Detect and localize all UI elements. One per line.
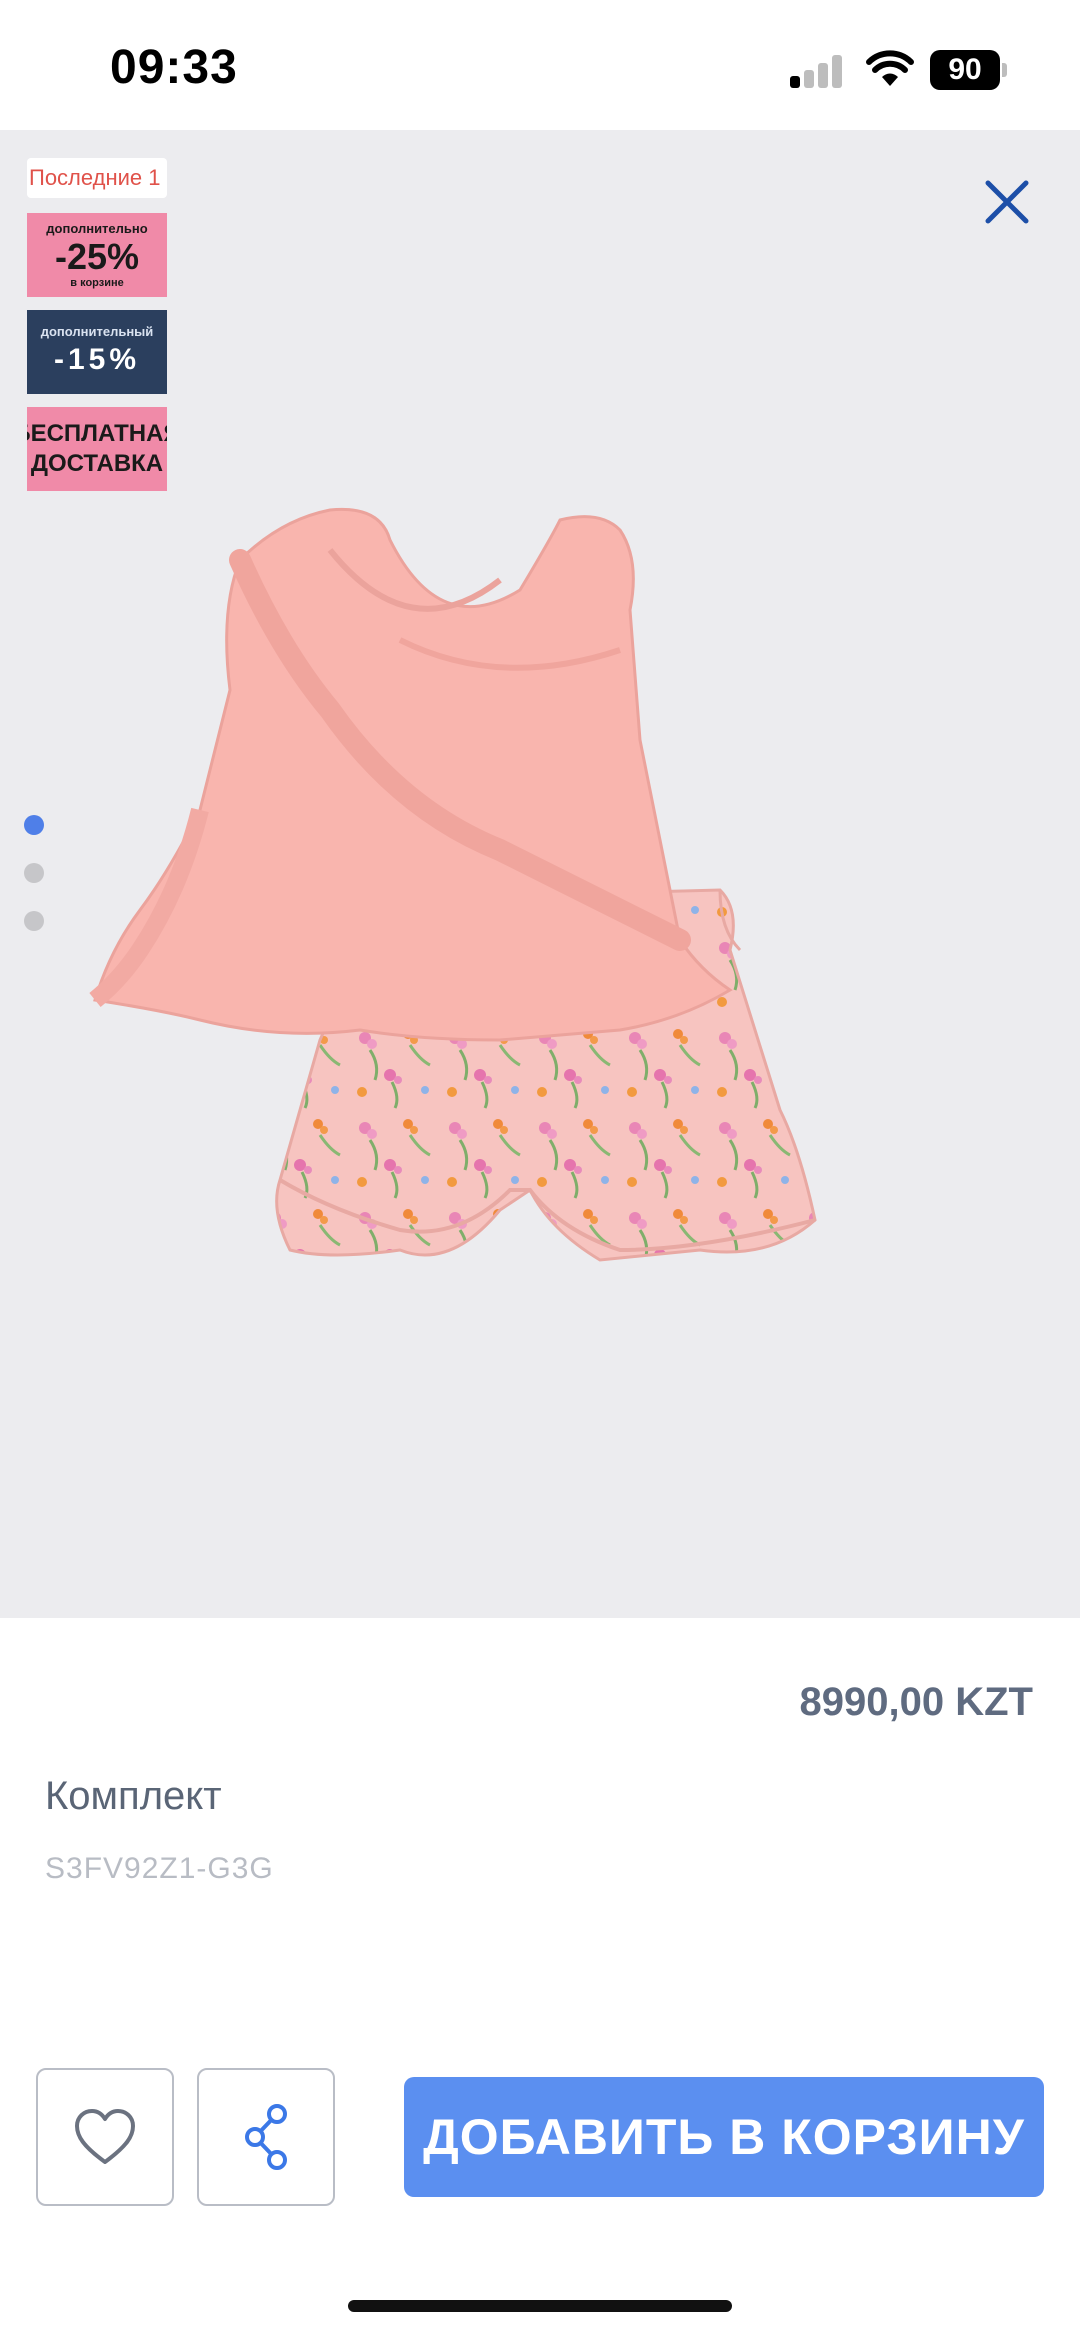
gallery-dot-2[interactable] xyxy=(24,863,44,883)
promo-extra-25-top: дополнительно xyxy=(46,221,148,236)
promo-extra-15-top: дополнительный xyxy=(40,324,154,339)
promo-recent-badge: Последние 1 xyxy=(27,158,167,198)
promo-extra-15-value: -15% xyxy=(53,343,141,376)
gallery-dot-3[interactable] xyxy=(24,911,44,931)
promo-extra-25-side: в корзине xyxy=(70,277,124,289)
promo-extra-15-badge: дополнительный -15% xyxy=(27,310,167,394)
product-image xyxy=(89,507,817,1262)
home-indicator[interactable] xyxy=(348,2300,732,2312)
share-icon xyxy=(245,2104,287,2170)
promo-extra-25-value: -25% xyxy=(54,236,140,277)
status-bar: 09:33 90 xyxy=(0,0,1080,130)
heart-icon xyxy=(75,2109,135,2164)
favorite-button[interactable] xyxy=(36,2068,174,2206)
gallery-dot-1[interactable] xyxy=(24,815,44,835)
battery-level: 90 xyxy=(930,50,1000,90)
product-sku: S3FV92Z1-G3G xyxy=(45,1852,274,1885)
product-name: Комплект xyxy=(45,1774,222,1818)
product-price: 8990,00 KZT xyxy=(799,1680,1033,1724)
wifi-icon xyxy=(866,50,914,86)
close-icon[interactable] xyxy=(980,175,1034,229)
promo-extra-25-badge: дополнительно -25% в корзине xyxy=(27,213,167,297)
product-gallery[interactable]: Последние 1 дополнительно -25% в корзине… xyxy=(0,130,1080,1618)
gallery-pagination xyxy=(24,815,48,959)
status-time: 09:33 xyxy=(110,41,238,94)
add-to-cart-button[interactable]: ДОБАВИТЬ В КОРЗИНУ xyxy=(404,2077,1044,2197)
cellular-signal-icon xyxy=(790,54,842,88)
share-button[interactable] xyxy=(197,2068,335,2206)
battery-icon: 90 xyxy=(930,50,1007,90)
